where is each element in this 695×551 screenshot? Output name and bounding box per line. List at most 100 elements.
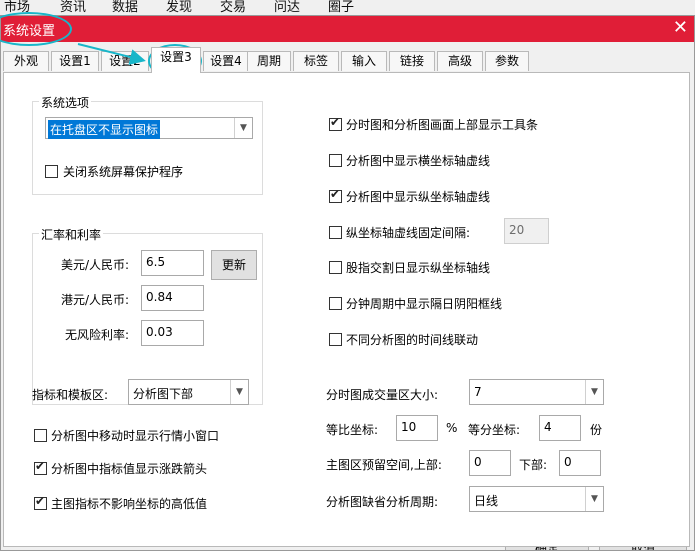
unit-label: 份 bbox=[590, 423, 603, 437]
input-value: 20 bbox=[509, 223, 525, 237]
checkbox-label: 分析图中指标值显示涨跌箭头 bbox=[51, 462, 208, 476]
app-menubar: 市场 资讯 数据 发现 交易 问达 圈子 bbox=[0, 0, 695, 15]
h-axis-dash-checkbox[interactable] bbox=[329, 154, 342, 167]
equal-scale-label: 等分坐标: bbox=[468, 423, 521, 437]
tab-label: 周期 bbox=[256, 54, 281, 68]
chevron-down-icon[interactable]: ▼ bbox=[230, 380, 248, 404]
checkbox-label: 分时图和分析图画面上部显示工具条 bbox=[346, 118, 539, 132]
menu-data[interactable]: 数据 bbox=[112, 0, 138, 15]
volume-area-label: 分时图成交量区大小: bbox=[326, 388, 439, 402]
select-value: 日线 bbox=[474, 494, 499, 508]
tab-input[interactable]: 输入 bbox=[341, 51, 387, 71]
tab-panel-settings3: 系统选项 在托盘区不显示图标 ▼ 关闭系统屏幕保护程序 汇率和利率 美元/人民币… bbox=[3, 72, 690, 547]
top-space-input[interactable]: 0 bbox=[469, 450, 511, 476]
input-value: 0.84 bbox=[146, 290, 173, 304]
select-value: 在托盘区不显示图标 bbox=[48, 120, 161, 139]
input-value: 10 bbox=[401, 420, 417, 434]
tab-appearance[interactable]: 外观 bbox=[3, 51, 49, 71]
menu-trade[interactable]: 交易 bbox=[220, 0, 246, 15]
timeline-link-checkbox[interactable] bbox=[329, 333, 342, 346]
checkbox-label: 分析图中移动时显示行情小窗口 bbox=[51, 429, 220, 443]
dialog-titlebar[interactable]: 系统设置 ✕ bbox=[1, 16, 694, 42]
ratio-scale-label: 等比坐标: bbox=[326, 423, 379, 437]
tab-settings3[interactable]: 设置3 bbox=[151, 47, 201, 73]
input-value: 0.03 bbox=[146, 325, 173, 339]
hkd-rate-input[interactable]: 0.84 bbox=[141, 285, 204, 311]
top-space-label: 主图区预留空间,上部: bbox=[326, 458, 442, 472]
tab-tags[interactable]: 标签 bbox=[293, 51, 339, 71]
tray-icon-select[interactable]: 在托盘区不显示图标 ▼ bbox=[45, 117, 253, 139]
button-label: 更新 bbox=[221, 258, 246, 272]
input-value: 0 bbox=[474, 455, 482, 469]
tab-settings4[interactable]: 设置4 bbox=[203, 51, 249, 71]
close-screensaver-checkbox[interactable] bbox=[45, 165, 58, 178]
bottom-space-input[interactable]: 0 bbox=[559, 450, 601, 476]
select-value: 分析图下部 bbox=[133, 387, 194, 401]
default-period-label: 分析图缺省分析周期: bbox=[326, 495, 439, 509]
hkd-label: 港元/人民币: bbox=[61, 293, 130, 307]
checkbox-label: 分钟周期中显示隔日阴阳框线 bbox=[346, 297, 503, 311]
menu-market[interactable]: 市场 bbox=[4, 0, 30, 15]
indicator-arrow-checkbox[interactable] bbox=[34, 459, 47, 475]
chevron-down-icon[interactable]: ▼ bbox=[585, 380, 603, 404]
menu-news[interactable]: 资讯 bbox=[60, 0, 86, 15]
volume-area-select[interactable]: 7 ▼ bbox=[469, 379, 604, 405]
tab-links[interactable]: 链接 bbox=[389, 51, 435, 71]
main-indicator-scale-checkbox[interactable] bbox=[34, 494, 47, 510]
settings-dialog: 系统设置 ✕ 外观 设置1 设置2 设置3 设置4 周期 标签 输入 链接 高级… bbox=[0, 15, 695, 551]
input-value: 6.5 bbox=[146, 255, 166, 269]
v-axis-dash-checkbox[interactable] bbox=[329, 187, 342, 203]
close-icon[interactable]: ✕ bbox=[673, 17, 688, 39]
tab-label: 设置2 bbox=[109, 54, 141, 68]
input-value: 0 bbox=[564, 455, 572, 469]
fixed-interval-input[interactable]: 20 bbox=[504, 218, 549, 244]
riskfree-label: 无风险利率: bbox=[65, 328, 130, 342]
toolbar-checkbox[interactable] bbox=[329, 115, 342, 131]
group-title: 汇率和利率 bbox=[39, 226, 104, 243]
menu-ask[interactable]: 问达 bbox=[274, 0, 300, 15]
tab-label: 设置3 bbox=[160, 50, 192, 64]
tab-period[interactable]: 周期 bbox=[247, 51, 291, 71]
percent-sign: % bbox=[446, 421, 458, 435]
tab-settings1[interactable]: 设置1 bbox=[51, 51, 99, 71]
group-title: 系统选项 bbox=[39, 94, 92, 111]
default-period-select[interactable]: 日线 ▼ bbox=[469, 486, 604, 512]
mini-quote-checkbox[interactable] bbox=[34, 429, 47, 442]
indicator-panel-label: 指标和模板区: bbox=[32, 388, 109, 402]
input-value: 4 bbox=[544, 420, 552, 434]
ratio-scale-input[interactable]: 10 bbox=[396, 415, 438, 441]
checkbox-label: 纵坐标轴虚线固定间隔: bbox=[346, 226, 471, 240]
tab-settings2[interactable]: 设置2 bbox=[101, 51, 149, 71]
indicator-panel-select[interactable]: 分析图下部 ▼ bbox=[128, 379, 249, 405]
dialog-client: 外观 设置1 设置2 设置3 设置4 周期 标签 输入 链接 高级 参数 系统选… bbox=[1, 42, 694, 550]
update-button[interactable]: 更新 bbox=[211, 250, 257, 280]
tab-label: 标签 bbox=[303, 54, 328, 68]
riskfree-rate-input[interactable]: 0.03 bbox=[141, 320, 204, 346]
chevron-down-icon[interactable]: ▼ bbox=[234, 118, 252, 138]
usd-label: 美元/人民币: bbox=[61, 258, 130, 272]
tab-label: 设置1 bbox=[59, 54, 91, 68]
checkbox-label: 不同分析图的时间线联动 bbox=[346, 333, 479, 347]
tab-label: 参数 bbox=[494, 54, 519, 68]
chevron-down-icon[interactable]: ▼ bbox=[585, 487, 603, 511]
dialog-title: 系统设置 bbox=[3, 24, 56, 39]
checkbox-label: 主图指标不影响坐标的高低值 bbox=[51, 497, 208, 511]
checkbox-label: 分析图中显示纵坐标轴虚线 bbox=[346, 190, 491, 204]
checkbox-label: 分析图中显示横坐标轴虚线 bbox=[346, 154, 491, 168]
tab-label: 设置4 bbox=[210, 54, 242, 68]
fixed-interval-checkbox[interactable] bbox=[329, 226, 342, 239]
bottom-space-label: 下部: bbox=[519, 458, 548, 472]
checkbox-label: 股指交割日显示纵坐标轴线 bbox=[346, 261, 491, 275]
overnight-frame-checkbox[interactable] bbox=[329, 297, 342, 310]
tab-label: 外观 bbox=[13, 54, 38, 68]
tab-label: 链接 bbox=[399, 54, 424, 68]
equal-scale-input[interactable]: 4 bbox=[539, 415, 581, 441]
system-options-group: 系统选项 在托盘区不显示图标 ▼ 关闭系统屏幕保护程序 bbox=[32, 94, 263, 195]
usd-rate-input[interactable]: 6.5 bbox=[141, 250, 204, 276]
tab-params[interactable]: 参数 bbox=[485, 51, 529, 71]
select-value: 7 bbox=[474, 385, 482, 399]
tab-advanced[interactable]: 高级 bbox=[437, 51, 483, 71]
menu-discover[interactable]: 发现 bbox=[166, 0, 192, 15]
delivery-day-checkbox[interactable] bbox=[329, 261, 342, 274]
menu-circle[interactable]: 圈子 bbox=[328, 0, 354, 15]
